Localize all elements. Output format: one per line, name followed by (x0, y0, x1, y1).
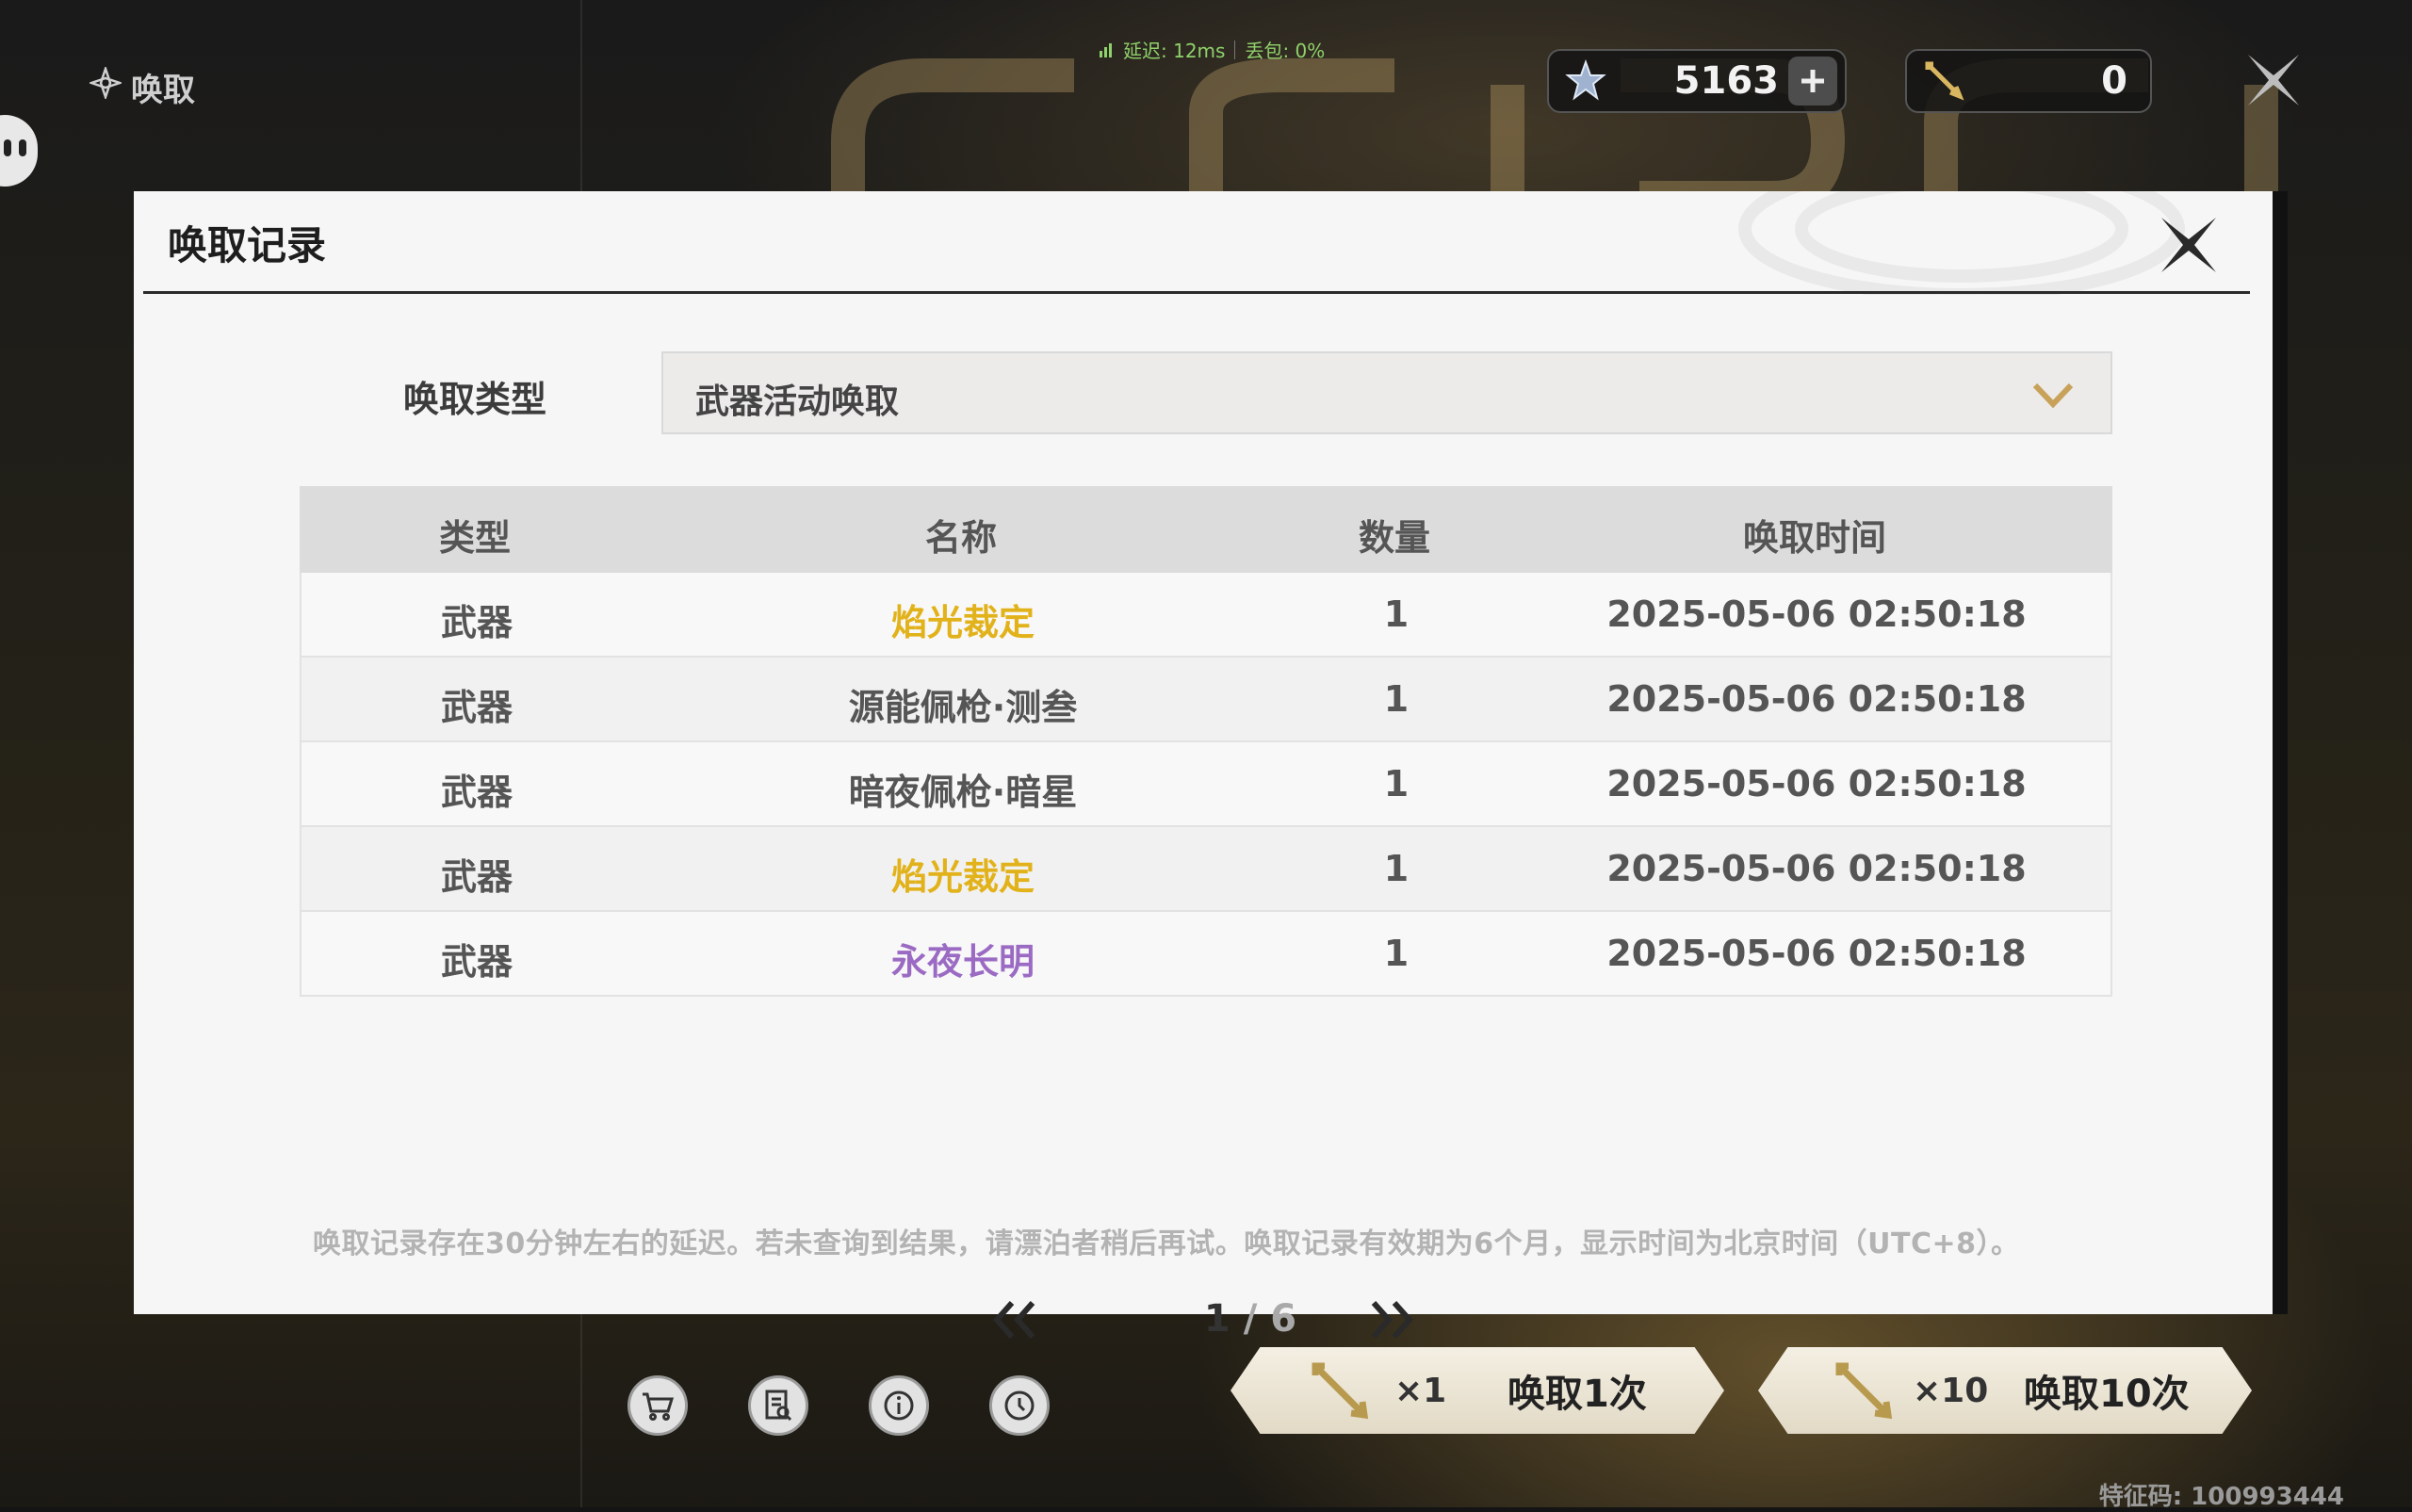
history-button[interactable] (989, 1375, 1050, 1436)
star-crystal-icon (1565, 59, 1606, 101)
double-chevron-right-icon (1371, 1301, 1414, 1339)
cell-quantity: 1 (1383, 678, 1410, 720)
column-header-time: 唤取时间 (1742, 517, 1886, 559)
cell-type: 武器 (440, 772, 513, 813)
close-icon[interactable] (2241, 47, 2306, 113)
shop-button[interactable] (627, 1375, 688, 1436)
network-status: 延迟: 12ms 丢包: 0% (1099, 36, 1325, 63)
cell-name: 暗夜佩枪·暗星 (848, 772, 1078, 813)
screen-title-text: 唤取 (131, 72, 195, 109)
close-x-icon (2161, 218, 2216, 272)
table-row: 武器 暗夜佩枪·暗星 1 2025-05-06 02:50:18 (300, 742, 2112, 827)
cell-type: 武器 (440, 856, 513, 898)
record-delay-note: 唤取记录存在30分钟左右的延迟。若未查询到结果，请漂泊者稍后再试。唤取记录有效期… (313, 1227, 2020, 1260)
cell-time: 2025-05-06 02:50:18 (1606, 763, 2027, 805)
cell-quantity: 1 (1383, 848, 1410, 889)
pull-type-label: 唤取类型 (403, 379, 547, 420)
info-icon (884, 1390, 914, 1421)
close-modal-button[interactable] (2156, 212, 2222, 278)
header-divider (143, 291, 2250, 294)
history-clock-icon (1004, 1390, 1035, 1421)
table-header: 类型 名称 数量 唤取时间 (300, 486, 2112, 573)
add-currency-button[interactable] (1788, 57, 1837, 106)
screen-title: 唤取 (88, 64, 195, 110)
column-header-quantity: 数量 (1358, 517, 1430, 559)
table-row: 武器 焰光裁定 1 2025-05-06 02:50:18 (300, 573, 2112, 658)
pull-once-button[interactable]: ×1 唤取1次 (1230, 1347, 1724, 1434)
cell-time: 2025-05-06 02:50:18 (1606, 593, 2027, 635)
cell-time: 2025-05-06 02:50:18 (1606, 678, 2027, 720)
packet-loss-text: 丢包: 0% (1245, 40, 1326, 62)
cell-name: 永夜长明 (890, 941, 1035, 983)
page-total: 6 (1270, 1297, 1297, 1341)
pull-ten-label: 唤取10次 (2024, 1373, 2190, 1416)
page-separator: / (1243, 1297, 1258, 1341)
pull-type-dropdown[interactable]: 武器活动唤取 (661, 351, 2112, 434)
golden-arrow-icon (1835, 1362, 1893, 1420)
modal-title: 唤取记录 (168, 222, 327, 268)
handle-eye-icon (19, 139, 26, 156)
pull-ten-button[interactable]: ×10 唤取10次 (1758, 1347, 2252, 1434)
handle-eye-icon (4, 139, 11, 156)
modal-edge (2273, 191, 2288, 1314)
double-chevron-left-icon (992, 1301, 1035, 1339)
pull-type-selected-value: 武器活动唤取 (695, 382, 900, 421)
record-modal: 唤取记录 唤取类型 武器活动唤取 类型 名称 数量 唤取时间 武器 焰光裁定 1… (134, 191, 2288, 1341)
cell-type: 武器 (440, 687, 513, 728)
cell-quantity: 1 (1383, 763, 1410, 805)
pagination: 1 / 6 (134, 1292, 2278, 1348)
cell-name: 焰光裁定 (890, 856, 1035, 898)
signal-bars-icon (1100, 42, 1112, 57)
cell-type: 武器 (440, 602, 513, 643)
cell-type: 武器 (440, 941, 513, 983)
cell-name: 焰光裁定 (890, 602, 1035, 643)
cell-time: 2025-05-06 02:50:18 (1606, 933, 2027, 974)
details-list-icon (765, 1390, 792, 1422)
cell-quantity: 1 (1383, 593, 1410, 635)
pull-once-label: 唤取1次 (1508, 1373, 1647, 1416)
golden-arrow-icon (1925, 61, 1964, 101)
previous-page-button[interactable] (991, 1299, 1038, 1341)
cell-name: 源能佩枪·测叁 (848, 687, 1078, 728)
status-separator (1234, 40, 1236, 59)
table-row: 武器 焰光裁定 1 2025-05-06 02:50:18 (300, 827, 2112, 912)
currency-tide: 0 (1905, 49, 2152, 113)
cell-quantity: 1 (1383, 933, 1410, 974)
table-row: 武器 源能佩枪·测叁 1 2025-05-06 02:50:18 (300, 658, 2112, 742)
next-page-button[interactable] (1368, 1299, 1415, 1341)
column-header-type: 类型 (438, 517, 511, 559)
plus-icon (1801, 70, 1824, 92)
page-current: 1 (1203, 1297, 1230, 1341)
cell-time: 2025-05-06 02:50:18 (1606, 848, 2027, 889)
pull-once-multiplier: ×1 (1394, 1371, 1447, 1410)
info-button[interactable] (869, 1375, 929, 1436)
feature-code: 特征码: 100993444 (2098, 1483, 2344, 1511)
currency-astrite-value: 5163 (1673, 59, 1779, 103)
table-row: 武器 永夜长明 1 2025-05-06 02:50:18 (300, 912, 2112, 997)
chevron-down-icon (2032, 382, 2074, 409)
page-indicator: 1 / 6 (1170, 1297, 1330, 1341)
golden-arrow-icon (1312, 1362, 1369, 1420)
latency-text: 延迟: 12ms (1123, 40, 1226, 62)
details-button[interactable] (748, 1375, 808, 1436)
currency-tide-value: 0 (2101, 59, 2127, 103)
pull-once-button-bg (1230, 1347, 1724, 1434)
pull-ten-multiplier: ×10 (1913, 1371, 1989, 1410)
modal-header: 唤取记录 (134, 191, 2278, 293)
column-header-name: 名称 (924, 517, 997, 559)
currency-astrite: 5163 (1547, 49, 1847, 113)
shop-cart-icon (643, 1392, 675, 1421)
compass-star-icon (88, 65, 123, 107)
